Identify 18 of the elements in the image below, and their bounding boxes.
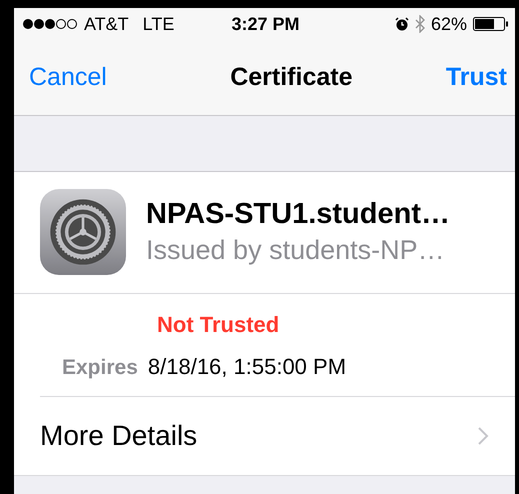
trust-status: Not Trusted	[156, 312, 280, 338]
battery-percent: 62%	[430, 14, 467, 34]
certificate-issuer: Issued by students-NP…	[146, 235, 446, 266]
battery-icon	[473, 17, 509, 31]
alarm-icon	[394, 17, 409, 31]
trust-button[interactable]: Trust	[446, 63, 507, 92]
carrier-name: AT&T	[84, 14, 129, 34]
settings-app-icon	[40, 189, 126, 275]
chevron-icon	[477, 426, 489, 446]
signal-icon	[22, 18, 78, 30]
bluetooth-icon	[414, 15, 425, 33]
certificate-name: NPAS-STU1.student…	[146, 198, 450, 231]
expires-date: 8/18/16, 1:55:00 PM	[148, 354, 346, 380]
status-time: 3:27 PM	[231, 14, 300, 34]
cancel-button[interactable]: Cancel	[29, 63, 107, 92]
screen-title: Certificate	[230, 63, 352, 92]
network-type: LTE	[142, 14, 174, 34]
expires-label: Expires	[62, 356, 138, 380]
